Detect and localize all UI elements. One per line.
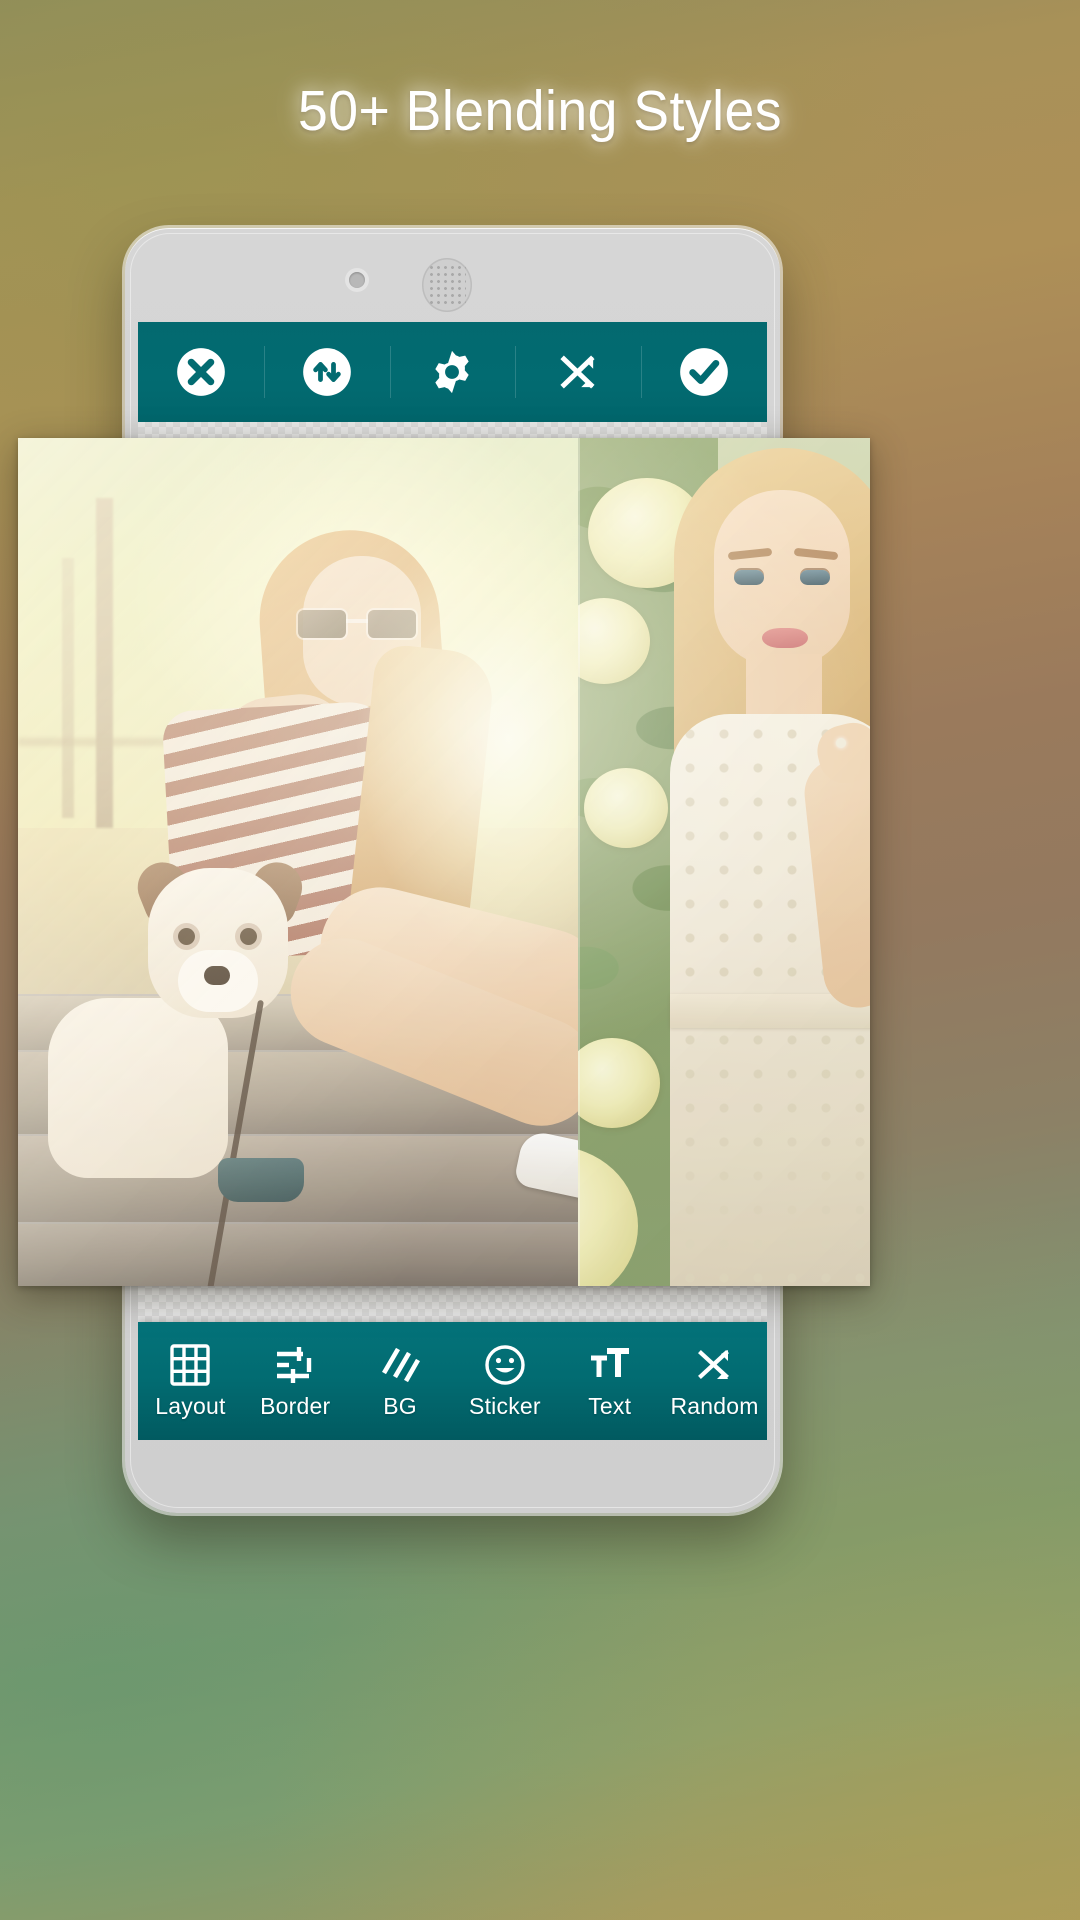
shuffle-button[interactable] xyxy=(515,322,641,422)
settings-button[interactable] xyxy=(389,322,516,422)
top-toolbar xyxy=(138,322,767,422)
collage-canvas[interactable] xyxy=(18,438,870,1286)
tab-text[interactable]: Text xyxy=(557,1322,662,1440)
text-size-icon xyxy=(590,1347,629,1377)
photo-sunglasses xyxy=(298,610,416,638)
photo-pole xyxy=(96,498,113,828)
page-title: 50+ Blending Styles xyxy=(297,79,783,143)
tab-bg[interactable]: BG xyxy=(348,1322,453,1440)
check-circle-icon xyxy=(680,348,728,396)
sliders-icon xyxy=(277,1346,312,1383)
tab-border[interactable]: Border xyxy=(243,1322,348,1440)
photo-dog-body xyxy=(48,998,228,1178)
tab-bg-label: BG xyxy=(383,1392,417,1419)
photo-lens-left xyxy=(298,610,346,638)
photo-dog-eye-right xyxy=(240,928,257,945)
collage-pane-right[interactable] xyxy=(578,438,870,1286)
photo-eye-right xyxy=(800,570,830,585)
photo-pole-secondary xyxy=(62,558,74,818)
photo-dog-eye-left xyxy=(178,928,195,945)
photo-blonde-woman xyxy=(578,438,870,1286)
smiley-icon xyxy=(485,1344,525,1385)
photo-eye-left xyxy=(734,570,764,585)
photo-step xyxy=(18,1222,578,1286)
tab-random[interactable]: Random xyxy=(662,1322,767,1440)
bottom-toolbar: Layout Border BG Sticker Text Random xyxy=(138,1322,767,1440)
collage-pane-left[interactable] xyxy=(18,438,578,1286)
swap-vertical-circle-icon xyxy=(302,348,351,396)
photo-bowl xyxy=(218,1158,304,1202)
front-camera-icon xyxy=(349,272,365,288)
tab-sticker[interactable]: Sticker xyxy=(452,1322,557,1440)
photo-lens-right xyxy=(368,610,416,638)
tab-sticker-label: Sticker xyxy=(469,1392,541,1419)
tab-text-label: Text xyxy=(588,1392,632,1419)
photo-dog-nose xyxy=(204,966,230,985)
tab-border-label: Border xyxy=(260,1392,331,1419)
swap-button[interactable] xyxy=(263,322,390,422)
earpiece-speaker-icon xyxy=(422,258,472,312)
close-button[interactable] xyxy=(138,322,264,422)
tab-layout[interactable]: Layout xyxy=(138,1322,243,1440)
photo-lips xyxy=(762,628,808,648)
shuffle-icon xyxy=(697,1349,729,1379)
hatch-icon xyxy=(382,1347,421,1382)
confirm-button[interactable] xyxy=(641,322,767,422)
collage-seam xyxy=(578,438,580,1286)
photo-ring xyxy=(836,738,846,748)
tab-layout-label: Layout xyxy=(155,1392,226,1419)
grid-icon xyxy=(170,1343,211,1386)
photo-hydrangea xyxy=(584,768,668,848)
gear-icon xyxy=(435,350,470,394)
close-circle-icon xyxy=(177,348,225,396)
shuffle-icon xyxy=(560,355,595,389)
tab-random-label: Random xyxy=(670,1392,759,1419)
photo-girl-and-dog xyxy=(18,438,578,1286)
